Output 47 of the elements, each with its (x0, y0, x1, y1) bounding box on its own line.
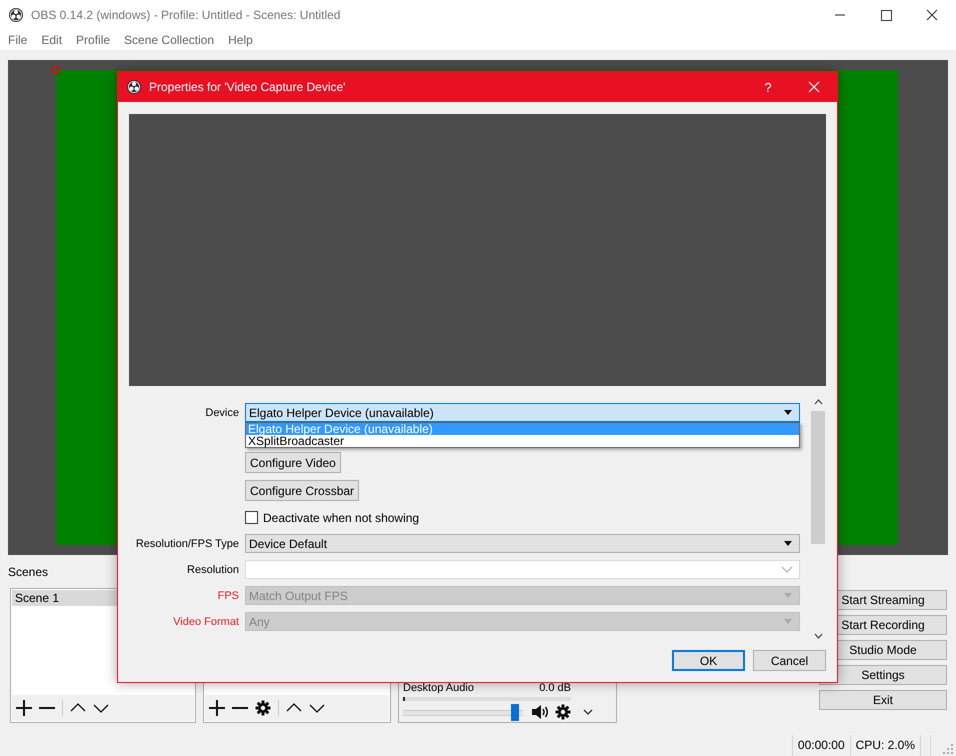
dropdown-option[interactable]: XSplitBroadcaster (246, 435, 799, 447)
menu-item[interactable]: Edit (34, 33, 70, 47)
speaker-icon[interactable] (531, 704, 549, 720)
menu-item[interactable]: Profile (69, 33, 118, 47)
dialog-button[interactable]: OK (672, 650, 745, 671)
cpu-usage: CPU: 2.0% (850, 735, 920, 756)
dropdown-arrow-icon (784, 619, 792, 624)
slider-thumb[interactable] (511, 704, 520, 720)
dialog-title: Properties for 'Video Capture Device' (149, 80, 346, 94)
scroll-down-icon (814, 633, 823, 639)
scroll-up-icon (814, 399, 823, 405)
field-label: Resolution (187, 564, 239, 576)
resize-grip-icon[interactable] (942, 742, 954, 754)
menu-item[interactable]: File (1, 33, 34, 47)
scrollbar-thumb[interactable] (811, 411, 826, 544)
dropdown[interactable]: Device Default (245, 534, 800, 553)
dropdown[interactable]: Elgato Helper Device (unavailable) (245, 403, 800, 422)
field-label: Resolution/FPS Type (136, 538, 239, 550)
control-button[interactable]: Exit (819, 690, 947, 710)
field-label: Device (205, 406, 239, 418)
form-button[interactable]: Configure Crossbar (245, 480, 360, 501)
channel-name: Desktop Audio (403, 682, 474, 696)
settings-icon[interactable] (255, 700, 271, 716)
window-title: OBS 0.14.2 (windows) - Profile: Untitled - Scenes: Untitled (31, 8, 340, 22)
checkbox-label: Deactivate when not showing (263, 510, 420, 524)
field-label: FPS (218, 590, 239, 602)
chevron-down-icon (781, 566, 793, 574)
app-logo-icon (9, 8, 23, 22)
menu-item[interactable]: Help (221, 33, 260, 47)
app-logo-icon (127, 80, 141, 94)
dropdown-arrow-icon (784, 410, 792, 415)
combo-field[interactable] (245, 560, 800, 579)
menu-item[interactable]: Scene Collection (117, 33, 222, 47)
dialog-button[interactable]: Cancel (753, 650, 826, 671)
form-button[interactable]: Configure Video (245, 452, 341, 473)
field-label: Video Format (173, 616, 239, 628)
volume-reading: 0.0 dB (539, 682, 571, 696)
dropdown-arrow-icon (784, 541, 792, 546)
help-button[interactable]: ? (745, 72, 791, 102)
checkbox[interactable] (245, 511, 258, 524)
add-icon[interactable] (16, 700, 32, 716)
rotation-handle-icon (51, 65, 61, 75)
chevron-down-icon[interactable] (583, 708, 593, 716)
add-icon[interactable] (209, 700, 225, 716)
elapsed-time: 00:00:00 (792, 735, 850, 756)
dropdown-arrow-icon (784, 593, 792, 598)
settings-icon[interactable] (555, 704, 571, 720)
